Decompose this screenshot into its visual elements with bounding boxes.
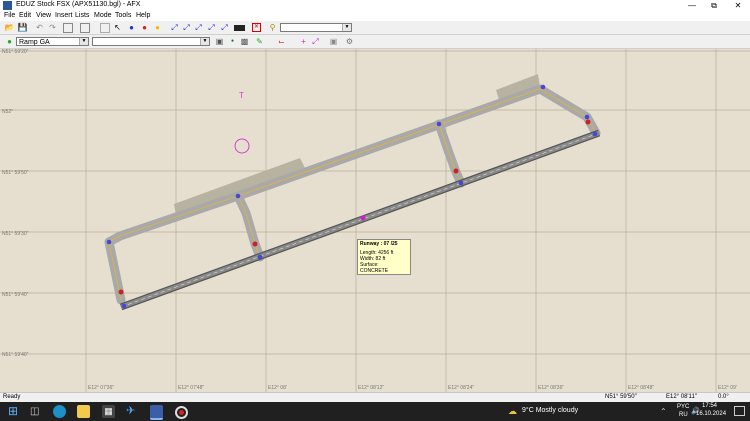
- status-longitude: E12° 08'11": [666, 394, 697, 400]
- status-green-icon[interactable]: ●: [4, 36, 15, 47]
- close-button[interactable]: ✕: [727, 0, 749, 11]
- secondary-select[interactable]: ▼: [92, 37, 210, 46]
- menu-mode[interactable]: Mode: [94, 12, 112, 19]
- maximize-button[interactable]: ⧉: [703, 0, 725, 11]
- taskbar: ⊞ ◫ ▦ ✈ ☁ 9°C Mostly cloudy ⌃ PYC RU 🔊 1…: [0, 402, 750, 421]
- window-title: EDUZ Stock FSX (APX51130.bgl) - AFX: [16, 1, 141, 8]
- ramp-select-value: Ramp GA: [19, 39, 50, 46]
- record-dot-icon: [179, 410, 184, 415]
- runway-tool-icon[interactable]: [234, 25, 245, 31]
- runway-path-icon[interactable]: ⤢: [181, 22, 192, 33]
- chevron-down-icon: ▼: [79, 38, 88, 45]
- yellow-node-icon[interactable]: ●: [152, 22, 163, 33]
- grid-icon[interactable]: ▣: [328, 36, 339, 47]
- redo-icon[interactable]: ↷: [47, 22, 58, 33]
- lon-label: E12° 08': [268, 385, 287, 391]
- add-point-icon[interactable]: +: [298, 36, 309, 47]
- toolbar-secondary: ● Ramp GA ▼ ▼ ▣ ● ▩ ✎ ⌙ + ⤢ ▣ ⚙: [0, 36, 750, 49]
- lon-label: E12° 08'24": [448, 385, 475, 391]
- weather-icon: ☁: [508, 406, 517, 416]
- gear-icon[interactable]: ⚙: [344, 36, 355, 47]
- runway-tooltip: Runway : 07 /25 Length: 4256 ft Width: 8…: [357, 239, 411, 275]
- menu-bar: File Edit View Insert Lists Mode Tools H…: [0, 11, 750, 21]
- chevron-down-icon: ▼: [200, 38, 209, 45]
- clock-time[interactable]: 17:54: [702, 403, 717, 409]
- lon-label: E12° 09': [718, 385, 737, 391]
- minimize-button[interactable]: —: [681, 0, 703, 11]
- chevron-down-icon: ▼: [342, 24, 351, 31]
- red-node-icon[interactable]: ●: [139, 22, 150, 33]
- toggle-icon[interactable]: [100, 23, 110, 33]
- weather-text[interactable]: 9°C Mostly cloudy: [522, 407, 578, 414]
- lon-label: E12° 08'48": [628, 385, 655, 391]
- taxi-path-icon[interactable]: ⤢: [169, 22, 180, 33]
- taxiways: [104, 84, 601, 305]
- menu-tools[interactable]: Tools: [115, 12, 131, 19]
- taxiway-centerlines: [108, 88, 597, 301]
- notification-icon[interactable]: [734, 406, 745, 416]
- flight-sim-icon[interactable]: ✈: [126, 405, 139, 418]
- vertex-icon[interactable]: ⌙: [276, 36, 287, 47]
- save-icon[interactable]: 💾: [17, 22, 28, 33]
- apron-icon[interactable]: ▣: [214, 36, 225, 47]
- menu-edit[interactable]: Edit: [19, 12, 31, 19]
- afx-app-icon[interactable]: [150, 405, 163, 420]
- lock-icon[interactable]: [80, 23, 90, 33]
- runway-07-25: [119, 129, 601, 311]
- menu-view[interactable]: View: [36, 12, 51, 19]
- store-icon[interactable]: ▦: [102, 405, 115, 418]
- toolbar-dropdown[interactable]: ▼: [280, 23, 352, 32]
- language-indicator-2[interactable]: RU: [679, 412, 688, 418]
- lon-label: E12° 08'36": [538, 385, 565, 391]
- pen-icon[interactable]: ✎: [254, 36, 265, 47]
- tower-label: T: [239, 91, 244, 100]
- menu-file[interactable]: File: [4, 12, 15, 19]
- edge-icon[interactable]: ▩: [239, 36, 250, 47]
- undo-icon[interactable]: ↶: [34, 22, 45, 33]
- menu-lists[interactable]: Lists: [75, 12, 89, 19]
- tray-chevron-icon[interactable]: ⌃: [660, 407, 667, 416]
- delete-icon[interactable]: ✕: [252, 23, 261, 32]
- map-canvas[interactable]: T N51° 59'20" N52° N51° 59'50" N51° 59'3…: [0, 49, 750, 392]
- lon-label: E12° 08'12": [358, 385, 385, 391]
- edge-browser-icon[interactable]: [53, 405, 66, 418]
- grid-lines: [0, 49, 750, 392]
- tower-icon: [234, 138, 250, 154]
- status-heading: 0.0°: [718, 394, 729, 400]
- tooltip-surface: Surface: CONCRETE: [360, 262, 389, 274]
- lat-label: N52°: [2, 109, 14, 115]
- map-drawing: [0, 49, 750, 392]
- lat-label: N51° 59'50": [2, 170, 29, 176]
- open-icon[interactable]: 📂: [4, 22, 15, 33]
- lat-label: N51° 59'20": [2, 49, 29, 55]
- task-view-icon[interactable]: ◫: [30, 405, 43, 418]
- parking-path-icon[interactable]: ⤢: [193, 22, 204, 33]
- path-tool-4-icon[interactable]: ⤢: [206, 22, 217, 33]
- menu-help[interactable]: Help: [136, 12, 150, 19]
- status-latitude: N51° 59'50": [605, 394, 637, 400]
- file-explorer-icon[interactable]: [77, 405, 90, 418]
- lon-label: E12° 07'48": [178, 385, 205, 391]
- lat-label: N51° 59'40": [2, 352, 29, 358]
- measure-icon[interactable]: ⤢: [310, 36, 321, 47]
- app-icon: [3, 1, 12, 10]
- select-pointer-icon[interactable]: ↖: [112, 22, 123, 33]
- title-bar: EDUZ Stock FSX (APX51130.bgl) - AFX — ⧉ …: [0, 0, 750, 11]
- status-text: Ready: [3, 394, 21, 400]
- clock-date[interactable]: 16.10.2024: [696, 411, 726, 417]
- small-node-icon[interactable]: ●: [227, 36, 238, 47]
- lat-label: N51° 59'40": [2, 292, 29, 298]
- lon-label: E12° 07'36": [88, 385, 115, 391]
- toolbar-main: 📂 💾 ↶ ↷ ↖ ● ● ● ⤢ ⤢ ⤢ ⤢ ⤢ ✕ ⚲ ▼: [0, 22, 750, 35]
- windows-start-icon[interactable]: ⊞: [8, 405, 21, 418]
- ramp-select[interactable]: Ramp GA ▼: [16, 37, 89, 46]
- properties-icon[interactable]: [63, 23, 73, 33]
- blue-node-icon[interactable]: ●: [126, 22, 137, 33]
- key-icon[interactable]: ⚲: [267, 22, 278, 33]
- lat-label: N51° 59'30": [2, 231, 29, 237]
- path-tool-5-icon[interactable]: ⤢: [219, 22, 230, 33]
- taxi-nodes: [106, 84, 598, 309]
- menu-insert[interactable]: Insert: [55, 12, 73, 19]
- language-indicator[interactable]: PYC: [677, 404, 689, 410]
